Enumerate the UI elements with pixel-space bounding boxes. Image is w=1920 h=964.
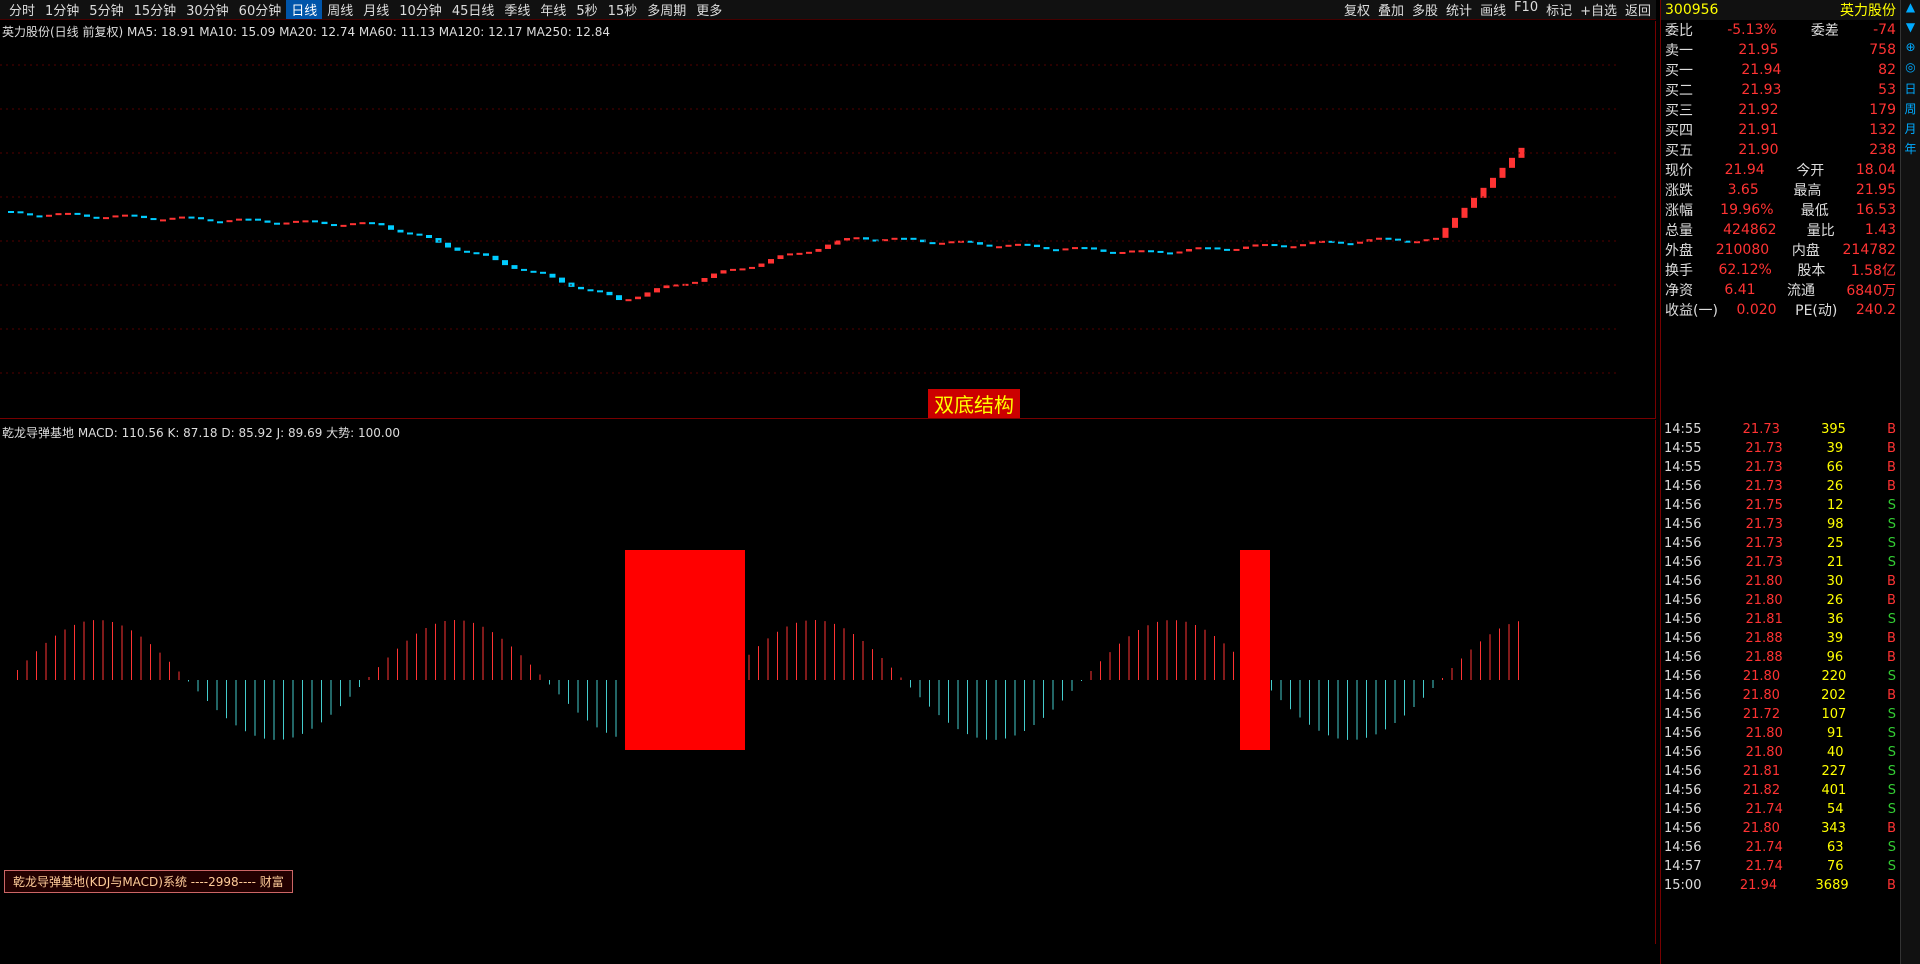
- tab-12[interactable]: 年线: [535, 0, 571, 19]
- quote-row: 买二 21.93 53: [1665, 82, 1896, 99]
- tool-0[interactable]: 复权: [1340, 0, 1374, 19]
- tab-11[interactable]: 季线: [499, 0, 535, 19]
- tab-2[interactable]: 5分钟: [84, 0, 128, 19]
- tick-row: 14:56 21.81 227 S: [1664, 764, 1896, 779]
- tab-13[interactable]: 5秒: [571, 0, 602, 19]
- tab-5[interactable]: 60分钟: [234, 0, 287, 19]
- quote-row: 总量 424862 量比 1.43: [1665, 222, 1896, 239]
- quote-row: 买三 21.92 179: [1665, 102, 1896, 119]
- tick-row: 14:56 21.80 40 S: [1664, 745, 1896, 760]
- tab-6[interactable]: 日线: [286, 0, 323, 19]
- quote-row: 换手 62.12% 股本 1.58亿: [1665, 262, 1896, 279]
- tick-row: 14:56 21.73 98 S: [1664, 517, 1896, 532]
- tab-16[interactable]: 更多: [691, 0, 727, 19]
- tick-row: 14:55 21.73 395 B: [1664, 422, 1896, 437]
- quote-row: 涨幅 19.96% 最低 16.53: [1665, 202, 1896, 219]
- tab-0[interactable]: 分时: [4, 0, 40, 19]
- tick-row: 14:56 21.73 26 B: [1664, 479, 1896, 494]
- tick-row: 14:55 21.73 66 B: [1664, 460, 1896, 475]
- tab-3[interactable]: 15分钟: [129, 0, 182, 19]
- tick-row: 14:56 21.80 343 B: [1664, 821, 1896, 836]
- tick-row: 14:56 21.74 63 S: [1664, 840, 1896, 855]
- tool-2[interactable]: 多股: [1408, 0, 1442, 19]
- tick-row: 14:56 21.73 25 S: [1664, 536, 1896, 551]
- quote-row: 收益(一) 0.020 PE(动) 240.2: [1665, 302, 1896, 319]
- tick-row: 14:56 21.82 401 S: [1664, 783, 1896, 798]
- tool-3[interactable]: 统计: [1442, 0, 1476, 19]
- tick-row: 14:56 21.88 96 B: [1664, 650, 1896, 665]
- tick-row: 14:55 21.73 39 B: [1664, 441, 1896, 456]
- side-toolbar: ▲ ▼ ⊕ ◎ 日周月年: [1900, 0, 1920, 964]
- quote-row: 买四 21.91 132: [1665, 122, 1896, 139]
- quote-row: 买五 21.90 238: [1665, 142, 1896, 159]
- tick-row: 15:00 21.94 3689 B: [1664, 878, 1896, 893]
- ma-legend: 英力股份(日线 前复权) MA5: 18.91 MA10: 15.09 MA20…: [2, 25, 610, 39]
- tick-row: 14:56 21.75 12 S: [1664, 498, 1896, 513]
- quote-row: 委比 -5.13% 委差 -74: [1665, 22, 1896, 39]
- tool-5[interactable]: F10: [1510, 0, 1542, 19]
- tick-row: 14:56 21.80 26 B: [1664, 593, 1896, 608]
- stock-code: 300956: [1665, 2, 1719, 18]
- quote-row: 净资 6.41 流通 6840万: [1665, 282, 1896, 299]
- tick-row: 14:56 21.88 39 B: [1664, 631, 1896, 646]
- quote-row: 现价 21.94 今开 18.04: [1665, 162, 1896, 179]
- tick-row: 14:56 21.73 21 S: [1664, 555, 1896, 570]
- tool-4[interactable]: 画线: [1476, 0, 1510, 19]
- tool-1[interactable]: 叠加: [1374, 0, 1408, 19]
- system-box: 乾龙导弹基地(KDJ与MACD)系统 ----2998---- 财富: [4, 870, 293, 893]
- tick-row: 14:56 21.72 107 S: [1664, 707, 1896, 722]
- tab-1[interactable]: 1分钟: [40, 0, 84, 19]
- tool-6[interactable]: 标记: [1542, 0, 1576, 19]
- kline-chart[interactable]: 英力股份(日线 前复权) MA5: 18.91 MA10: 15.09 MA20…: [0, 21, 1656, 419]
- quote-row: 外盘 210080 内盘 214782: [1665, 242, 1896, 259]
- tab-9[interactable]: 10分钟: [394, 0, 447, 19]
- tick-row: 14:56 21.81 36 S: [1664, 612, 1896, 627]
- tool-7[interactable]: +自选: [1576, 0, 1621, 19]
- double-bottom-annotation: 双底结构: [928, 389, 1020, 418]
- tab-8[interactable]: 月线: [358, 0, 394, 19]
- tool-8[interactable]: 返回: [1621, 0, 1655, 19]
- tab-15[interactable]: 多周期: [642, 0, 691, 19]
- tick-row: 14:56 21.80 202 B: [1664, 688, 1896, 703]
- tick-row: 14:56 21.80 220 S: [1664, 669, 1896, 684]
- tick-row: 14:57 21.74 76 S: [1664, 859, 1896, 874]
- tab-7[interactable]: 周线: [322, 0, 358, 19]
- quote-row: 卖一 21.95 758: [1665, 42, 1896, 59]
- tick-row: 14:56 21.74 54 S: [1664, 802, 1896, 817]
- tab-4[interactable]: 30分钟: [181, 0, 234, 19]
- tick-row: 14:56 21.80 91 S: [1664, 726, 1896, 741]
- quote-row: 涨跌 3.65 最高 21.95: [1665, 182, 1896, 199]
- stock-name: 英力股份: [1840, 3, 1896, 19]
- tick-row: 14:56 21.80 30 B: [1664, 574, 1896, 589]
- indicator-chart[interactable]: 乾龙导弹基地 MACD: 110.56 K: 87.18 D: 85.92 J:…: [0, 420, 1656, 944]
- tick-list[interactable]: 14:55 21.73 395 B 14:55 21.73 39 B 14:55 21.73 66 B…: [1660, 420, 1900, 964]
- quote-row: 买一 21.94 82: [1665, 62, 1896, 79]
- tab-14[interactable]: 15秒: [603, 0, 643, 19]
- indicator-legend: 乾龙导弹基地 MACD: 110.56 K: 87.18 D: 85.92 J:…: [2, 426, 401, 440]
- tab-10[interactable]: 45日线: [447, 0, 500, 19]
